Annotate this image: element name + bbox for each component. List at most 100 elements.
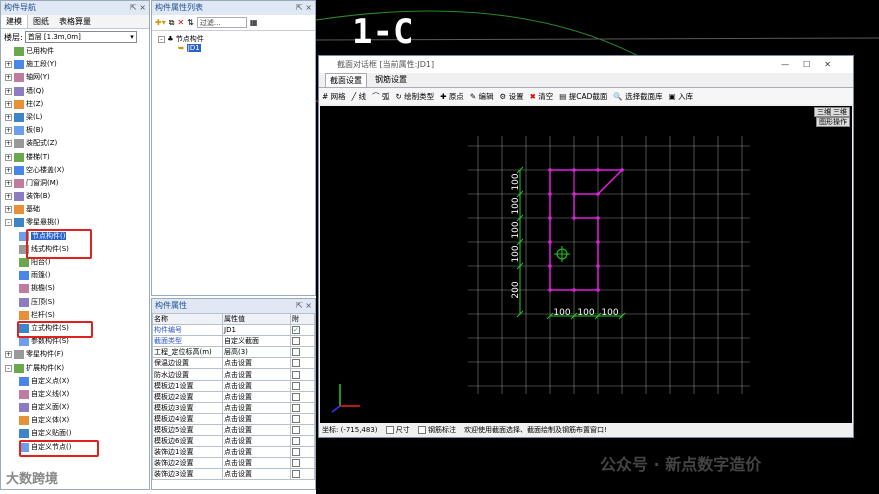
tree-item[interactable]: + 装配式(Z) (1, 137, 149, 150)
attach-checkbox[interactable] (292, 448, 300, 457)
property-row[interactable]: 构件编号 JD1 ✓ (152, 324, 315, 337)
rebar-checkbox[interactable] (417, 426, 426, 434)
tool-button[interactable]: ✚ 原点 (440, 91, 464, 102)
property-row[interactable]: 防水边设置 点击设置 (152, 368, 315, 381)
attach-checkbox[interactable]: ✓ (292, 326, 300, 335)
attach-checkbox[interactable] (292, 459, 300, 468)
attach-checkbox[interactable] (292, 337, 300, 346)
tab-table[interactable]: 表格算量 (54, 15, 96, 28)
tree-item[interactable]: + 柱(Z) (1, 98, 149, 111)
property-value[interactable]: 点击设置 (222, 435, 291, 448)
tree-item[interactable]: - 零星悬挑() (1, 216, 149, 229)
tree-item[interactable]: + 墙(Q) (1, 85, 149, 98)
property-row[interactable]: 装饰边3设置 点击设置 (152, 468, 315, 481)
tab-section-settings[interactable]: 截面设置 (325, 73, 367, 87)
expander-icon[interactable]: + (5, 179, 12, 187)
property-value[interactable]: 点击设置 (222, 379, 291, 392)
tree-item[interactable]: + 装饰(B) (1, 190, 149, 203)
attach-checkbox[interactable] (292, 370, 300, 379)
tree-item[interactable]: + 零星构件(F) (1, 348, 149, 361)
expander-icon[interactable]: + (5, 351, 12, 359)
tree-item[interactable]: + 轴网(Y) (1, 71, 149, 84)
property-row[interactable]: 装饰边2设置 点击设置 (152, 457, 315, 470)
attach-checkbox[interactable] (292, 381, 300, 390)
plist-child[interactable]: JD1 (186, 44, 201, 52)
property-value[interactable]: 自定义截面 (222, 335, 291, 348)
tree-item[interactable]: + 空心楼盖(X) (1, 164, 149, 177)
expander-icon[interactable]: - (5, 219, 12, 227)
property-value[interactable]: 点击设置 (222, 423, 291, 437)
attach-checkbox[interactable] (292, 403, 300, 412)
expander-icon[interactable]: + (5, 113, 12, 121)
property-row[interactable]: 模板边1设置 点击设置 (152, 379, 315, 392)
attach-checkbox[interactable] (292, 392, 300, 401)
property-value[interactable]: 层高(3) (222, 346, 291, 359)
window-buttons[interactable]: —☐✕ (781, 56, 845, 73)
attach-checkbox[interactable] (292, 414, 300, 423)
new-icon[interactable]: ✚▾ (155, 18, 166, 27)
tree-item[interactable]: + 板(B) (1, 124, 149, 137)
tree-item[interactable]: 自定义线(X) (1, 388, 149, 401)
property-value[interactable]: 点击设置 (222, 368, 291, 381)
tree-item[interactable]: 挑檐(S) (1, 282, 149, 295)
tree-item[interactable]: 已用构件 (1, 45, 149, 58)
tool-button[interactable]: ⌒ 弧 (372, 91, 389, 102)
property-row[interactable]: 模板边5设置 点击设置 (152, 423, 315, 437)
floor-select[interactable]: 首层 [1.3m,0m] (24, 31, 137, 43)
property-row[interactable]: 模板边4设置 点击设置 (152, 412, 315, 425)
tool-button[interactable]: ⚙ 设置 (499, 91, 523, 102)
expander-icon[interactable]: - (5, 364, 12, 372)
expander-icon[interactable]: + (5, 153, 12, 161)
tool-button[interactable]: ↻ 绘制类型 (395, 91, 434, 102)
tool-button[interactable]: ✎ 编辑 (470, 91, 494, 102)
tool-button[interactable]: 🔍 选择截面库 (613, 91, 662, 102)
expander-icon[interactable]: + (5, 100, 12, 108)
expander-icon[interactable]: + (5, 127, 12, 135)
tree-item[interactable]: 自定义点(X) (1, 375, 149, 388)
tool-button[interactable]: ▤ 提CAD截面 (559, 91, 607, 102)
expander-icon[interactable]: + (5, 87, 12, 95)
property-value[interactable]: 点击设置 (222, 390, 291, 403)
size-checkbox[interactable] (385, 426, 394, 434)
tree-item[interactable]: 雨篷() (1, 269, 149, 282)
attach-checkbox[interactable] (292, 425, 300, 434)
property-row[interactable]: 截面类型 自定义截面 (152, 335, 315, 348)
property-row[interactable]: 模板边3设置 点击设置 (152, 401, 315, 414)
plist-root[interactable]: 节点构件 (176, 35, 204, 43)
tree-item[interactable]: + 门窗洞(M) (1, 177, 149, 190)
expander-icon[interactable]: + (5, 74, 12, 82)
attach-checkbox[interactable] (292, 348, 300, 357)
tool-button[interactable]: ╱ 线 (352, 91, 366, 102)
property-row[interactable]: 模板边2设置 点击设置 (152, 390, 315, 403)
tree-item[interactable]: 压顶(S) (1, 296, 149, 309)
property-value[interactable]: JD1 (222, 324, 291, 337)
tab-modeling[interactable]: 建模 (1, 15, 28, 28)
property-value[interactable]: 点击设置 (222, 412, 291, 425)
property-value[interactable]: 点击设置 (222, 401, 291, 414)
section-canvas[interactable]: 三维 三维 图形操作 100 100 100 100 200 100 100 100 (320, 106, 852, 423)
expander-icon[interactable]: + (5, 193, 12, 201)
expander-icon[interactable]: + (5, 206, 12, 214)
delete-icon[interactable]: ✕ (177, 18, 184, 27)
property-row[interactable]: 装饰边1设置 点击设置 (152, 446, 315, 459)
tree-item[interactable]: + 施工段(Y) (1, 58, 149, 71)
tree-item[interactable]: + 楼梯(T) (1, 151, 149, 164)
copy-icon[interactable]: ⧉ (169, 18, 175, 28)
expander-icon[interactable]: + (5, 140, 12, 148)
expander-icon[interactable]: + (5, 61, 12, 69)
property-row[interactable]: 模板边6设置 点击设置 (152, 435, 315, 448)
property-row[interactable]: 保温边设置 点击设置 (152, 357, 315, 370)
tree-item[interactable]: - 扩展构件(K) (1, 362, 149, 375)
tab-rebar-settings[interactable]: 钢筋设置 (371, 73, 411, 87)
attach-checkbox[interactable] (292, 437, 300, 446)
property-value[interactable]: 点击设置 (222, 457, 291, 470)
property-value[interactable]: 点击设置 (222, 468, 291, 481)
property-row[interactable]: 工程_定位标高(m) 层高(3) (152, 346, 315, 359)
property-value[interactable]: 点击设置 (222, 446, 291, 459)
tab-drawing[interactable]: 图纸 (28, 15, 54, 28)
grid-icon[interactable]: ▦ (250, 18, 258, 27)
tree-item[interactable]: 自定义体(X) (1, 414, 149, 427)
attach-checkbox[interactable] (292, 359, 300, 368)
arrange-icon[interactable]: ⇅ (187, 18, 194, 27)
tree-item[interactable]: 栏杆(S) (1, 309, 149, 322)
